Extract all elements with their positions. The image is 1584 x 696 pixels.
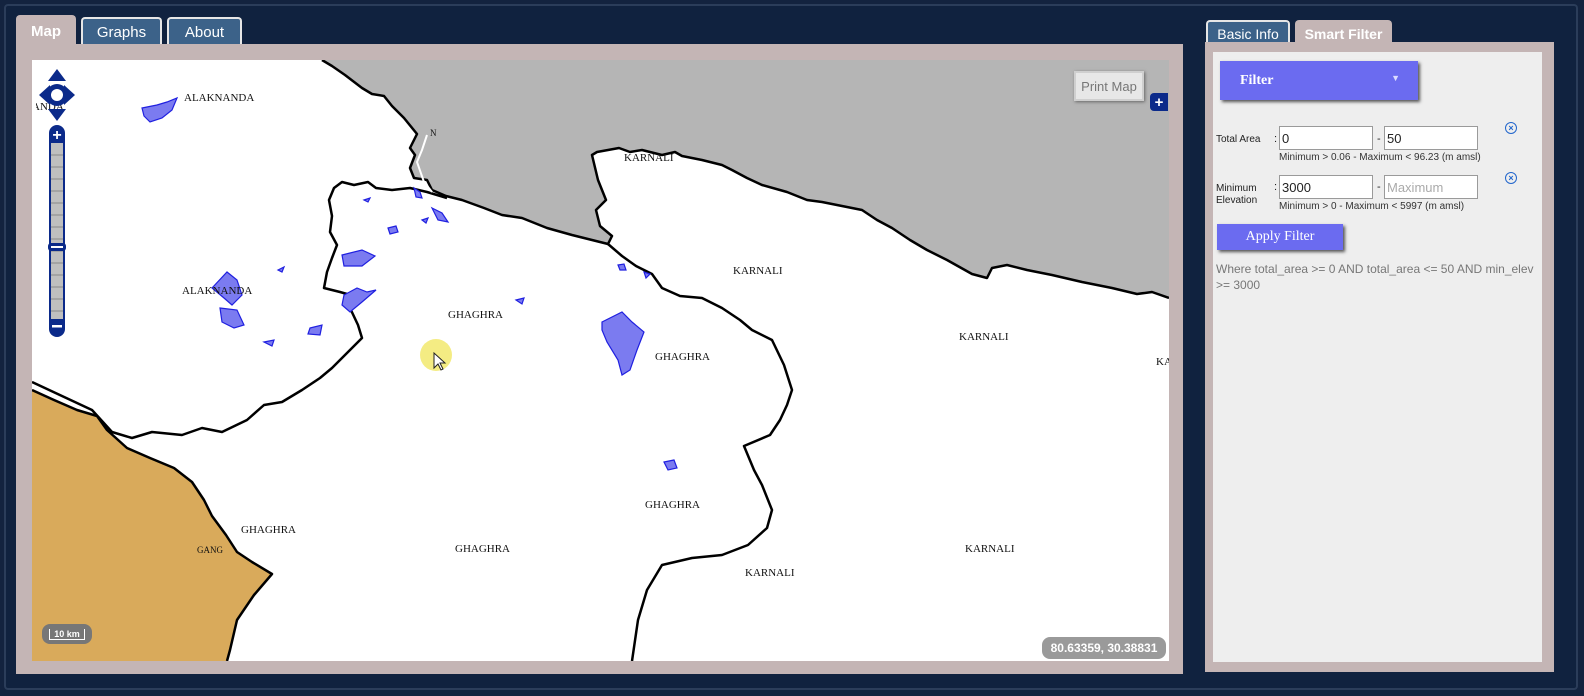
tab-graphs[interactable]: Graphs bbox=[81, 17, 162, 45]
glacier bbox=[514, 297, 525, 305]
map-label: KARNALI bbox=[959, 331, 1009, 343]
glacier bbox=[617, 263, 627, 271]
glacier bbox=[663, 459, 678, 471]
glacier bbox=[430, 206, 450, 223]
total-area-label: Total Area bbox=[1216, 134, 1261, 145]
min-elevation-label: Minimum Elevation bbox=[1216, 183, 1257, 207]
map-label: GHAGHRA bbox=[241, 524, 296, 536]
mouse-pointer-icon bbox=[433, 352, 447, 371]
svg-text:+: + bbox=[52, 127, 61, 144]
tab-map[interactable]: Map bbox=[16, 15, 76, 45]
scale-label: 10 km bbox=[49, 628, 85, 640]
min-elevation-label-line1: Minimum bbox=[1216, 183, 1257, 194]
map-label: ALAKNANDA bbox=[182, 285, 253, 297]
map-label: ALAKNANDA bbox=[184, 92, 255, 104]
pan-control[interactable] bbox=[38, 67, 76, 123]
apply-filter-button[interactable]: Apply Filter bbox=[1217, 224, 1343, 250]
clear-min-elevation-icon[interactable]: × bbox=[1505, 172, 1517, 184]
map-label: GANG bbox=[197, 545, 223, 555]
dash: - bbox=[1377, 133, 1381, 145]
glacier bbox=[276, 265, 286, 273]
min-elevation-min-input[interactable] bbox=[1279, 175, 1373, 199]
where-clause: Where total_area >= 0 AND total_area <= … bbox=[1216, 262, 1534, 292]
map-label: GHAGHRA bbox=[448, 309, 503, 321]
tab-about[interactable]: About bbox=[167, 17, 242, 45]
map-label: GHAGHRA bbox=[645, 499, 700, 511]
total-area-max-input[interactable] bbox=[1384, 126, 1478, 150]
glacier bbox=[387, 225, 399, 235]
zoom-slider[interactable]: + bbox=[46, 125, 68, 337]
map-label: KA bbox=[1156, 356, 1169, 368]
pan-down-icon bbox=[48, 109, 66, 121]
glacier bbox=[601, 311, 645, 376]
layer-switcher-plus-icon[interactable]: + bbox=[1150, 93, 1168, 111]
map-label: GHAGHRA bbox=[455, 543, 510, 555]
min-elevation-label-line2: Elevation bbox=[1216, 195, 1258, 206]
min-elevation-hint: Minimum > 0 - Maximum < 5997 (m amsl) bbox=[1279, 201, 1465, 212]
region-tibet bbox=[322, 60, 1169, 298]
map-label: N bbox=[430, 128, 437, 138]
total-area-hint: Minimum > 0.06 - Maximum < 96.23 (m amsl… bbox=[1279, 152, 1481, 163]
glacier bbox=[307, 324, 323, 336]
glacier bbox=[420, 217, 430, 224]
map-label: KARNALI bbox=[745, 567, 795, 579]
glacier bbox=[341, 249, 377, 267]
map-label: KARNALI bbox=[965, 543, 1015, 555]
colon: : bbox=[1274, 133, 1278, 145]
map-label: GHAGHRA bbox=[655, 351, 710, 363]
mouse-coordinates: 80.63359, 30.38831 bbox=[1042, 637, 1166, 659]
clear-total-area-icon[interactable]: × bbox=[1505, 122, 1517, 134]
pan-left-icon bbox=[39, 85, 50, 105]
glacier bbox=[219, 307, 245, 329]
glacier bbox=[341, 287, 377, 313]
glacier bbox=[362, 196, 372, 203]
dash: - bbox=[1377, 181, 1381, 193]
filter-dropdown-label: Filter bbox=[1240, 72, 1274, 88]
scale-bar: 10 km bbox=[42, 624, 92, 644]
caret-down-icon: ▼ bbox=[1391, 73, 1400, 83]
map-basemap bbox=[32, 60, 1169, 661]
total-area-min-input[interactable] bbox=[1279, 126, 1373, 150]
filter-dropdown[interactable]: Filter ▼ bbox=[1220, 61, 1418, 100]
pan-up-icon bbox=[48, 69, 66, 81]
min-elevation-max-input[interactable] bbox=[1384, 175, 1478, 199]
colon: : bbox=[1274, 181, 1278, 193]
map-label: KARNALI bbox=[733, 265, 783, 277]
map-canvas[interactable] bbox=[32, 60, 1169, 661]
pan-right-icon bbox=[64, 85, 75, 105]
print-map-button[interactable]: Print Map bbox=[1074, 71, 1144, 101]
glacier bbox=[141, 96, 179, 123]
glacier bbox=[262, 339, 275, 347]
map-label: KARNALI bbox=[624, 152, 674, 164]
